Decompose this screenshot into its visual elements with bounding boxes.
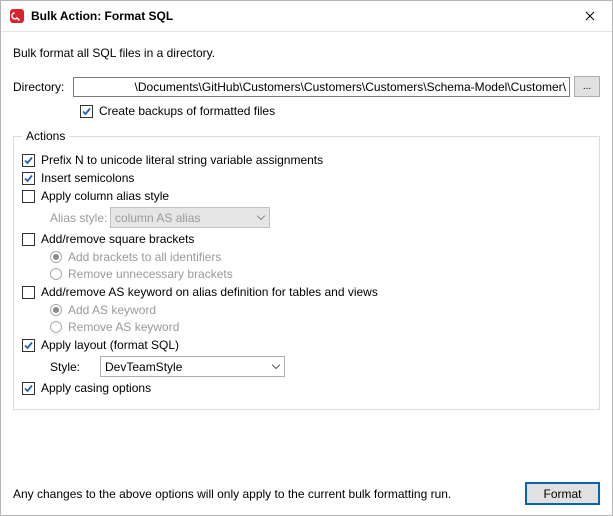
as-remove-option: Remove AS keyword: [50, 320, 591, 334]
alias-style-checkbox[interactable]: [22, 190, 35, 203]
as-keyword-option[interactable]: Add/remove AS keyword on alias definitio…: [22, 285, 591, 299]
casing-checkbox[interactable]: [22, 382, 35, 395]
directory-input[interactable]: [73, 77, 570, 97]
brackets-label: Add/remove square brackets: [41, 232, 194, 246]
brackets-add-label: Add brackets to all identifiers: [68, 250, 221, 264]
directory-row: Directory: ...: [13, 76, 600, 97]
layout-sub: Style: DevTeamStyle: [50, 356, 591, 377]
backup-checkbox[interactable]: [80, 105, 93, 118]
prefix-n-option[interactable]: Prefix N to unicode literal string varia…: [22, 153, 591, 167]
browse-button[interactable]: ...: [574, 76, 600, 97]
intro-text: Bulk format all SQL files in a directory…: [13, 46, 600, 60]
prefix-n-label: Prefix N to unicode literal string varia…: [41, 153, 323, 167]
brackets-option[interactable]: Add/remove square brackets: [22, 232, 591, 246]
semicolons-option[interactable]: Insert semicolons: [22, 171, 591, 185]
window-title: Bulk Action: Format SQL: [31, 9, 567, 23]
as-add-option: Add AS keyword: [50, 303, 591, 317]
as-keyword-label: Add/remove AS keyword on alias definitio…: [41, 285, 378, 299]
casing-option[interactable]: Apply casing options: [22, 381, 591, 395]
as-keyword-checkbox[interactable]: [22, 286, 35, 299]
as-add-radio: [50, 304, 62, 316]
chevron-down-icon: [272, 364, 280, 369]
brackets-sub: Add brackets to all identifiers Remove u…: [50, 250, 591, 281]
brackets-remove-radio: [50, 268, 62, 280]
client-area: Bulk format all SQL files in a directory…: [1, 32, 612, 515]
prefix-n-checkbox[interactable]: [22, 154, 35, 167]
alias-style-combo: column AS alias: [110, 207, 270, 228]
dialog-window: Bulk Action: Format SQL Bulk format all …: [0, 0, 613, 516]
brackets-remove-label: Remove unnecessary brackets: [68, 267, 233, 281]
alias-style-label: Apply column alias style: [41, 189, 169, 203]
actions-group: Actions Prefix N to unicode literal stri…: [13, 129, 600, 410]
layout-label: Apply layout (format SQL): [41, 338, 179, 352]
footer: Any changes to the above options will on…: [13, 476, 600, 505]
semicolons-checkbox[interactable]: [22, 172, 35, 185]
close-button[interactable]: [567, 1, 612, 31]
brackets-add-option: Add brackets to all identifiers: [50, 250, 591, 264]
directory-label: Directory:: [13, 80, 69, 94]
layout-option[interactable]: Apply layout (format SQL): [22, 338, 591, 352]
titlebar: Bulk Action: Format SQL: [1, 1, 612, 32]
semicolons-label: Insert semicolons: [41, 171, 134, 185]
as-remove-radio: [50, 321, 62, 333]
layout-style-value: DevTeamStyle: [105, 360, 182, 374]
layout-style-label: Style:: [50, 360, 100, 374]
brackets-add-radio: [50, 251, 62, 263]
app-icon: [9, 8, 25, 24]
alias-style-value: column AS alias: [115, 211, 200, 225]
casing-label: Apply casing options: [41, 381, 151, 395]
as-add-label: Add AS keyword: [68, 303, 156, 317]
layout-checkbox[interactable]: [22, 339, 35, 352]
brackets-remove-option: Remove unnecessary brackets: [50, 267, 591, 281]
close-icon: [585, 11, 595, 21]
layout-style-combo[interactable]: DevTeamStyle: [100, 356, 285, 377]
alias-style-field-label: Alias style:: [50, 211, 110, 225]
footer-note: Any changes to the above options will on…: [13, 487, 515, 501]
backup-option[interactable]: Create backups of formatted files: [80, 104, 600, 118]
brackets-checkbox[interactable]: [22, 233, 35, 246]
format-button[interactable]: Format: [525, 482, 600, 505]
backup-label: Create backups of formatted files: [99, 104, 275, 118]
alias-style-sub: Alias style: column AS alias: [50, 207, 591, 228]
as-remove-label: Remove AS keyword: [68, 320, 179, 334]
alias-style-option[interactable]: Apply column alias style: [22, 189, 591, 203]
actions-legend: Actions: [22, 129, 69, 143]
as-keyword-sub: Add AS keyword Remove AS keyword: [50, 303, 591, 334]
chevron-down-icon: [257, 215, 265, 220]
